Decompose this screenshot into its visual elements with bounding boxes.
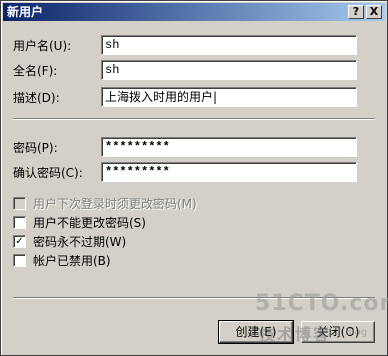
watermark-site: 51CTO.com <box>255 291 388 316</box>
close-window-button[interactable]: X <box>366 5 382 19</box>
password-never-expires-checkbox[interactable]: ✓ <box>13 235 26 248</box>
password-field[interactable]: ********* <box>101 137 357 157</box>
create-button[interactable]: 创建(E) <box>218 320 294 344</box>
username-field[interactable]: sh <box>101 35 357 55</box>
username-label: 用户名(U): <box>13 39 72 53</box>
fullname-field[interactable]: sh <box>101 60 357 80</box>
must-change-password-label: 用户下次登录时须更改密码(M) <box>33 197 197 211</box>
description-field[interactable]: 上海拨入时用的用户| <box>101 87 357 107</box>
help-button[interactable]: ? <box>348 5 364 19</box>
confirm-password-label: 确认密码(C): <box>13 166 83 180</box>
separator <box>13 297 375 299</box>
fullname-label: 全名(F): <box>13 64 58 78</box>
cannot-change-password-label[interactable]: 用户不能更改密码(S) <box>33 215 146 231</box>
description-label: 描述(D): <box>13 91 60 105</box>
confirm-password-field[interactable]: ********* <box>101 162 357 182</box>
close-button[interactable]: 关闭(O) <box>301 321 375 343</box>
title-bar[interactable]: 新用户 ? X <box>3 3 385 21</box>
cannot-change-password-checkbox[interactable] <box>13 216 26 229</box>
password-label: 密码(P): <box>13 141 58 155</box>
new-user-dialog: 新用户 ? X 用户名(U): sh 全名(F): sh 描述(D): 上海拨入… <box>0 0 388 356</box>
must-change-password-checkbox <box>13 197 26 210</box>
separator <box>13 118 375 120</box>
account-disabled-label[interactable]: 帐户已禁用(B) <box>33 253 111 269</box>
account-disabled-checkbox[interactable] <box>13 254 26 267</box>
window-title: 新用户 <box>7 5 44 19</box>
password-never-expires-label[interactable]: 密码永不过期(W) <box>33 234 126 250</box>
